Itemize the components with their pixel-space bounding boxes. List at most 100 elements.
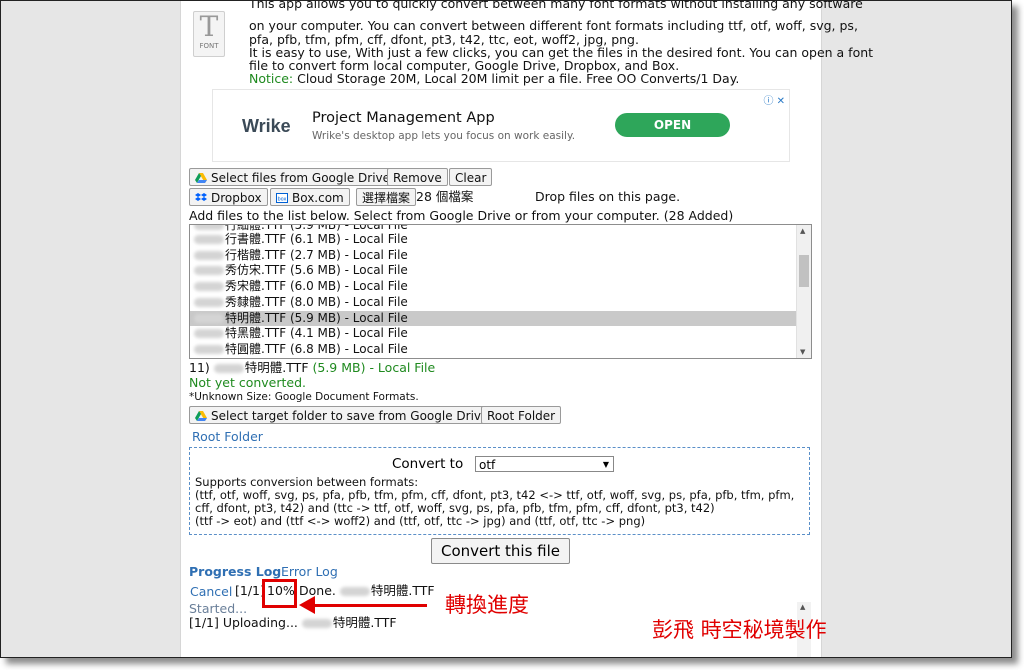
- conversion-status: Not yet converted.: [189, 375, 307, 390]
- supports-line-1: (ttf, otf, woff, svg, ps, pfa, pfb, tfm,…: [195, 488, 795, 502]
- root-folder-button[interactable]: Root Folder: [481, 406, 562, 424]
- converter-page: T FONT This app allows you to quickly co…: [180, 1, 873, 657]
- box-label: Box.com: [292, 191, 344, 205]
- font-icon-caption: FONT: [199, 42, 219, 50]
- list-scrollbar[interactable]: ▲ ▼: [796, 225, 811, 358]
- list-item-label: 特黑體.TTF (4.1 MB) - Local File: [225, 326, 408, 341]
- partial-item-text: 行細體.TTF (5.9 MB) - Local File: [225, 224, 408, 232]
- blurred-name: [194, 344, 224, 354]
- dropbox-icon: [195, 193, 207, 201]
- clear-button[interactable]: Clear: [449, 168, 493, 186]
- list-item[interactable]: 秀隸體.TTF (8.0 MB) - Local File: [190, 295, 796, 311]
- blurred-name: [194, 266, 224, 276]
- font-icon-letter: T: [199, 10, 219, 43]
- scroll-thumb[interactable]: [799, 255, 809, 287]
- list-item-label: 特圓體.TTF (6.8 MB) - Local File: [225, 341, 408, 356]
- annotation-arrow-line: [313, 604, 427, 607]
- selected-file-detail: 11) 特明體.TTF (5.9 MB) - Local File: [189, 361, 435, 375]
- google-drive-label: Select files from Google Drive: [211, 171, 391, 185]
- blurred-name: [194, 225, 224, 230]
- list-hint: Add files to the list below. Select from…: [189, 208, 734, 223]
- box-button[interactable]: box Box.com: [270, 188, 350, 206]
- font-app-icon: T FONT: [193, 11, 225, 57]
- list-item-label: 秀宋體.TTF (6.0 MB) - Local File: [225, 279, 408, 294]
- screenshot-frame: T FONT This app allows you to quickly co…: [0, 0, 1012, 658]
- progress-filename: 特明體.TTF: [370, 583, 435, 598]
- blurred-name: [194, 313, 224, 323]
- started-text: Started...: [189, 601, 248, 616]
- dropbox-label: Dropbox: [211, 191, 262, 205]
- blurred-name: [194, 235, 224, 244]
- progress-highlight-box: [262, 579, 297, 608]
- detail-filename: 特明體.TTF: [244, 360, 309, 375]
- blurred-name: [301, 619, 332, 628]
- remove-button[interactable]: Remove: [387, 168, 448, 186]
- list-item[interactable]: 秀仿宋.TTF (5.6 MB) - Local File: [190, 263, 796, 279]
- intro-line-1: on your computer. You can convert betwee…: [249, 18, 858, 33]
- list-item-label: 行書體.TTF (6.1 MB) - Local File: [225, 232, 408, 246]
- file-listbox[interactable]: 行細體.TTF (5.9 MB) - Local File 行書體.TTF (6…: [189, 224, 812, 359]
- annotation-progress-label: 轉換進度: [445, 593, 529, 617]
- dropbox-button[interactable]: Dropbox: [189, 188, 268, 206]
- notice-line: Notice: Cloud Storage 20M, Local 20M lim…: [249, 72, 739, 86]
- scroll-up-icon[interactable]: ▲: [800, 227, 805, 235]
- list-item-label: 特明體.TTF (5.9 MB) - Local File: [225, 310, 408, 325]
- convert-button[interactable]: Convert this file: [431, 538, 570, 564]
- ad-open-button[interactable]: OPEN: [615, 113, 730, 137]
- convert-options-box: Convert to otf ▼ Supports conversion betw…: [189, 447, 810, 535]
- uploading-text: [1/1] Uploading... 特明體.TTF: [189, 616, 397, 630]
- ad-title[interactable]: Project Management App: [312, 110, 495, 126]
- chevron-down-icon: ▼: [602, 460, 609, 469]
- uploading-label: [1/1] Uploading...: [189, 615, 298, 630]
- list-item[interactable]: 行書體.TTF (6.1 MB) - Local File: [190, 232, 796, 248]
- notice-text: Cloud Storage 20M, Local 20M limit per a…: [293, 71, 740, 86]
- drop-hint: Drop files on this page.: [535, 189, 681, 204]
- progress-counter: [1/1]: [235, 583, 265, 598]
- root-folder-link[interactable]: Root Folder: [192, 430, 263, 444]
- target-folder-label: Select target folder to save from Google…: [211, 409, 489, 423]
- detail-index: 11): [189, 360, 210, 375]
- format-select-value: otf: [479, 458, 496, 472]
- detail-size: (5.9 MB) - Local File: [312, 360, 436, 375]
- blurred-name: [194, 250, 224, 260]
- notice-label: Notice:: [249, 71, 294, 86]
- ad-subtitle: Wrike's desktop app lets you focus on wo…: [312, 130, 576, 142]
- ad-banner[interactable]: ⓘ ✕ Wrike Project Management App Wrike's…: [212, 89, 790, 162]
- supports-heading: Supports conversion between formats:: [195, 475, 419, 489]
- list-item-label: 行楷體.TTF (2.7 MB) - Local File: [225, 247, 408, 262]
- intro-line-0: This app allows you to quickly convert b…: [249, 0, 863, 11]
- arrow-left-icon: [299, 596, 315, 614]
- convert-to-label: Convert to: [392, 456, 464, 472]
- list-item[interactable]: 行楷體.TTF (2.7 MB) - Local File: [190, 248, 796, 264]
- format-select[interactable]: otf ▼: [475, 456, 614, 472]
- blurred-name: [213, 364, 244, 373]
- google-drive-icon: [195, 411, 207, 421]
- tab-progress-log[interactable]: Progress Log: [189, 565, 281, 579]
- google-drive-button[interactable]: Select files from Google Drive: [189, 168, 397, 186]
- list-item[interactable]: 特圓體.TTF (6.8 MB) - Local File: [190, 342, 796, 358]
- box-icon: box: [276, 193, 288, 203]
- annotation-credit: 彭飛 時空秘境製作: [652, 618, 827, 642]
- svg-text:box: box: [277, 197, 286, 203]
- list-item-label: 秀隸體.TTF (8.0 MB) - Local File: [225, 294, 408, 309]
- list-item-selected[interactable]: 特明體.TTF (5.9 MB) - Local File: [190, 310, 796, 327]
- list-item-label: 秀仿宋.TTF (5.6 MB) - Local File: [225, 263, 408, 278]
- blurred-name: [339, 587, 370, 596]
- list-item[interactable]: 特黑體.TTF (4.1 MB) - Local File: [190, 326, 796, 342]
- target-folder-button[interactable]: Select target folder to save from Google…: [189, 406, 495, 424]
- tab-error-log[interactable]: Error Log: [281, 565, 338, 579]
- supports-line-2: cff, dfont, pt3, t42) and (ttc -> ttf, o…: [195, 501, 715, 515]
- google-drive-icon: [195, 173, 207, 183]
- choose-files-button[interactable]: 選擇檔案: [356, 188, 417, 206]
- blurred-name: [194, 282, 224, 292]
- uploading-filename: 特明體.TTF: [332, 615, 397, 630]
- scroll-down-icon[interactable]: ▼: [800, 348, 805, 356]
- scroll-up-icon[interactable]: ▲: [800, 603, 805, 611]
- supports-line-3: (ttf -> eot) and (ttf <-> woff2) and (tt…: [195, 514, 646, 528]
- ad-choices-icon[interactable]: ⓘ ✕: [763, 92, 785, 107]
- progress-done: Done. 特明體.TTF: [299, 584, 435, 598]
- blurred-name: [194, 329, 224, 339]
- list-item[interactable]: 秀宋體.TTF (6.0 MB) - Local File: [190, 279, 796, 295]
- cancel-link[interactable]: Cancel: [190, 585, 232, 599]
- wrike-logo: Wrike: [242, 116, 291, 136]
